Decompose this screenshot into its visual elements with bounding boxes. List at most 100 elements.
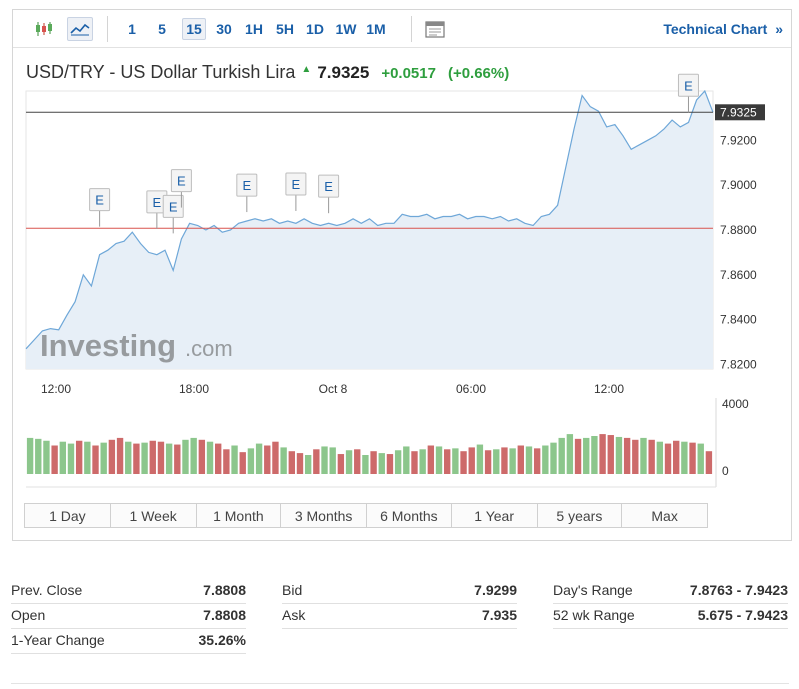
volume-bar bbox=[444, 449, 451, 474]
stat-value: 7.9299 bbox=[474, 582, 517, 598]
period-max-button[interactable]: Max bbox=[622, 504, 707, 527]
period-1-year-button[interactable]: 1 Year bbox=[451, 504, 538, 527]
volume-bar bbox=[182, 439, 189, 474]
volume-tick-zero: 0 bbox=[722, 464, 729, 478]
stat-row: 52 wk Range 5.675 - 7.9423 bbox=[553, 604, 788, 629]
stat-row: Bid 7.9299 bbox=[282, 579, 517, 604]
investing-watermark-suffix: .com bbox=[185, 336, 233, 361]
event-marker-label: E bbox=[169, 199, 178, 214]
period-6-months-button[interactable]: 6 Months bbox=[367, 504, 452, 527]
volume-bar bbox=[255, 443, 263, 474]
period-1-month-button[interactable]: 1 Month bbox=[196, 504, 282, 527]
volume-bar bbox=[427, 445, 435, 474]
x-tick-label: 12:00 bbox=[41, 382, 71, 396]
stat-row: Prev. Close 7.8808 bbox=[11, 579, 246, 604]
investing-watermark-logo: Investing bbox=[40, 328, 176, 363]
volume-bar bbox=[460, 451, 467, 474]
volume-bar bbox=[280, 447, 287, 474]
stat-row: Open 7.8808 bbox=[11, 604, 246, 629]
stat-value: 7.8763 - 7.9423 bbox=[689, 582, 788, 598]
y-tick-label: 7.9200 bbox=[720, 133, 757, 147]
volume-bar bbox=[648, 439, 655, 474]
volume-bar bbox=[525, 446, 533, 474]
volume-bar bbox=[198, 439, 206, 474]
period-1-week-button[interactable]: 1 Week bbox=[110, 504, 197, 527]
volume-bar bbox=[533, 448, 541, 474]
volume-bar bbox=[296, 453, 304, 474]
volume-bar bbox=[100, 442, 107, 474]
volume-bar bbox=[378, 453, 385, 474]
volume-bar bbox=[125, 441, 132, 474]
current-price-label: 7.9325 bbox=[720, 105, 757, 119]
volume-bar bbox=[689, 442, 696, 474]
stat-value: 35.26% bbox=[198, 632, 246, 648]
volume-bar bbox=[452, 448, 459, 474]
volume-bar bbox=[411, 451, 418, 474]
stat-label: 52 wk Range bbox=[553, 607, 635, 623]
stat-label: 1-Year Change bbox=[11, 632, 105, 648]
period-3-months-button[interactable]: 3 Months bbox=[281, 504, 367, 527]
stat-row: 1-Year Change 35.26% bbox=[11, 629, 246, 654]
volume-bar bbox=[583, 437, 590, 474]
stat-value: 7.8808 bbox=[203, 582, 246, 598]
x-tick-label: 12:00 bbox=[594, 382, 624, 396]
stat-label: Day's Range bbox=[553, 582, 633, 598]
volume-bar bbox=[231, 445, 238, 474]
stat-label: Bid bbox=[282, 582, 303, 598]
stat-label: Open bbox=[11, 607, 46, 623]
volume-bar bbox=[149, 440, 156, 474]
volume-bar bbox=[288, 451, 295, 474]
volume-bar bbox=[190, 437, 197, 474]
y-tick-label: 7.8200 bbox=[720, 358, 757, 372]
volume-bar bbox=[174, 444, 181, 474]
stat-row: Day's Range 7.8763 - 7.9423 bbox=[553, 579, 788, 604]
volume-bar bbox=[26, 437, 34, 474]
divider bbox=[11, 683, 789, 684]
volume-tick-max: 4000 bbox=[722, 397, 749, 411]
volume-bar bbox=[370, 451, 377, 474]
event-marker-label: E bbox=[684, 78, 693, 93]
stat-row: Ask 7.935 bbox=[282, 604, 517, 629]
volume-bar bbox=[574, 438, 582, 474]
volume-bar bbox=[632, 439, 639, 474]
y-tick-label: 7.8600 bbox=[720, 268, 757, 282]
volume-bar bbox=[51, 445, 58, 474]
stat-value: 5.675 - 7.9423 bbox=[697, 607, 788, 623]
volume-bar bbox=[640, 437, 647, 474]
volume-bar bbox=[165, 443, 173, 474]
volume-bar bbox=[501, 447, 508, 474]
volume-bar bbox=[116, 437, 124, 474]
volume-bar bbox=[272, 441, 279, 474]
volume-bar bbox=[264, 445, 271, 474]
volume-bar bbox=[566, 434, 574, 474]
stat-value: 7.8808 bbox=[203, 607, 246, 623]
volume-bar bbox=[92, 445, 99, 474]
volume-bar bbox=[542, 445, 549, 474]
y-tick-label: 7.8800 bbox=[720, 223, 757, 237]
volume-bar bbox=[656, 441, 664, 474]
volume-bar bbox=[223, 449, 230, 474]
volume-bar bbox=[386, 454, 394, 474]
volume-bar bbox=[108, 439, 116, 474]
volume-bar bbox=[697, 443, 704, 474]
volume-bar bbox=[35, 438, 42, 474]
y-tick-label: 7.8400 bbox=[720, 313, 757, 327]
price-chart[interactable]: Investing .com7.9325E E EE E E EE7.92007.90007… bbox=[0, 0, 799, 500]
event-marker-label: E bbox=[153, 195, 162, 210]
volume-bar bbox=[141, 442, 148, 474]
volume-bar bbox=[133, 443, 140, 474]
volume-bar bbox=[239, 452, 246, 474]
volume-bar bbox=[517, 445, 524, 474]
stat-value: 7.935 bbox=[481, 607, 517, 623]
volume-bar bbox=[394, 450, 402, 474]
volume-bar bbox=[493, 449, 500, 474]
volume-bar bbox=[215, 443, 222, 474]
volume-bar bbox=[362, 455, 369, 474]
volume-bar bbox=[419, 449, 426, 474]
event-marker-label: E bbox=[292, 177, 301, 192]
period-selector: 1 Day 1 Week 1 Month 3 Months 6 Months 1 Year… bbox=[24, 503, 708, 528]
period-5-years-button[interactable]: 5 years bbox=[537, 504, 623, 527]
period-1-day-button[interactable]: 1 Day bbox=[25, 504, 111, 527]
volume-bar bbox=[664, 443, 672, 474]
volume-bar bbox=[206, 441, 214, 474]
